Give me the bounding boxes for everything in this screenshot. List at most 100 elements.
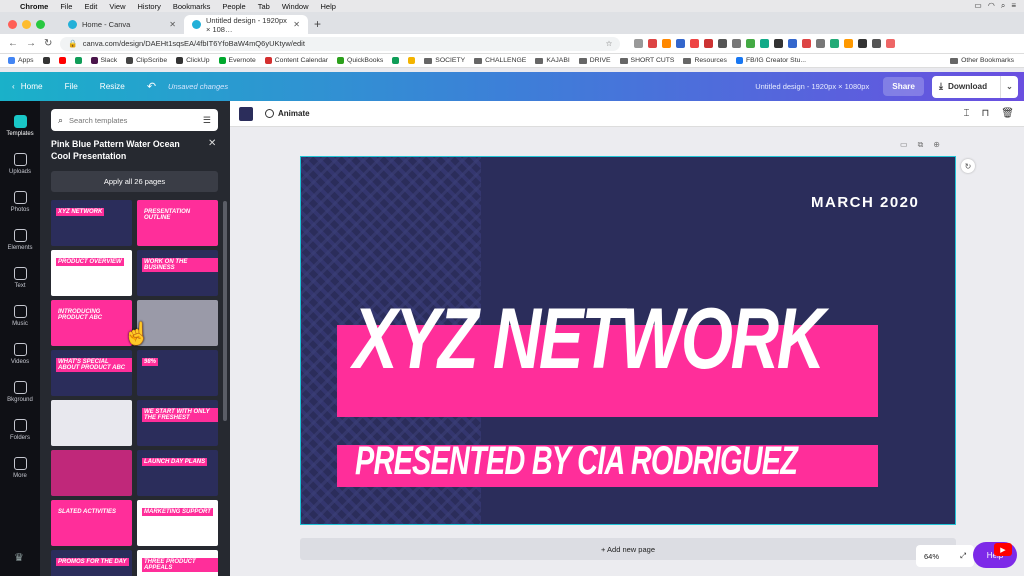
bookmark-item[interactable]: Content Calendar [264, 57, 328, 64]
other-bookmarks[interactable]: Other Bookmarks [950, 57, 1024, 64]
close-tab-icon[interactable]: ✕ [293, 20, 300, 29]
menu-tab[interactable]: Tab [258, 2, 270, 11]
crown-icon[interactable]: ♛ [14, 551, 24, 564]
template-thumbnail[interactable]: MARKETING SUPPORT [137, 500, 218, 546]
menu-edit[interactable]: Edit [84, 2, 97, 11]
bookmark-star-icon[interactable]: ☆ [606, 39, 613, 48]
new-tab-button[interactable]: + [314, 15, 321, 34]
minimize-window-button[interactable] [22, 20, 31, 29]
menu-app-name[interactable]: Chrome [20, 2, 48, 11]
extension-icon[interactable] [760, 39, 770, 48]
file-menu[interactable]: File [65, 82, 78, 91]
close-tab-icon[interactable]: ✕ [169, 20, 176, 29]
extension-icon[interactable] [690, 39, 700, 48]
menu-people[interactable]: People [222, 2, 245, 11]
rail-item-uploads[interactable]: Uploads [0, 145, 40, 183]
filter-icon[interactable]: ☰ [203, 115, 211, 126]
bookmark-item[interactable]: DRIVE [578, 57, 611, 64]
battery-icon[interactable]: ▭ [974, 1, 982, 11]
extension-icon[interactable] [788, 39, 798, 48]
rail-item-elements[interactable]: Elements [0, 221, 40, 259]
template-thumbnail[interactable]: SLATED ACTIVITIES [51, 500, 132, 546]
add-new-page-button[interactable]: + Add new page [300, 538, 956, 560]
rail-item-videos[interactable]: Videos [0, 335, 40, 373]
bookmark-item[interactable]: CHALLENGE [474, 57, 526, 64]
extension-icon[interactable] [718, 39, 728, 48]
bookmark-item[interactable]: Apps [8, 57, 34, 64]
url-field[interactable]: 🔒 canva.com/design/DAEHt1sqsEA/4fbIT6Yfo… [60, 36, 621, 51]
animate-button[interactable]: Animate [265, 109, 310, 118]
menu-file[interactable]: File [60, 2, 72, 11]
menu-bookmarks[interactable]: Bookmarks [173, 2, 211, 11]
extension-icon[interactable] [676, 39, 686, 48]
download-button[interactable]: ⤓ Download ⌄ [932, 75, 1018, 98]
extension-icon[interactable] [662, 39, 672, 48]
template-thumbnail[interactable] [51, 400, 132, 446]
extension-icon[interactable] [816, 39, 826, 48]
expand-icon[interactable]: ⤢ [960, 551, 966, 561]
menu-help[interactable]: Help [321, 2, 336, 11]
extension-icon[interactable] [844, 39, 854, 48]
extension-icon[interactable] [802, 39, 812, 48]
back-arrow-icon[interactable]: ← [8, 38, 18, 49]
home-button[interactable]: ‹ Home [12, 82, 43, 91]
panel-scrollbar[interactable] [223, 201, 227, 421]
extension-icon[interactable] [774, 39, 784, 48]
menu-history[interactable]: History [138, 2, 161, 11]
bookmark-item[interactable] [74, 57, 82, 64]
extension-icon[interactable] [858, 39, 868, 48]
template-thumbnail[interactable]: WORK ON THE BUSINESS [137, 250, 218, 296]
bookmark-item[interactable]: Slack [90, 57, 117, 64]
browser-tab-design[interactable]: Untitled design - 1920px × 108… ✕ [184, 15, 308, 34]
extension-icon[interactable] [732, 39, 742, 48]
extension-icon[interactable] [704, 39, 714, 48]
template-thumbnail[interactable] [51, 450, 132, 496]
design-title[interactable]: Untitled design - 1920px × 1080px [755, 82, 869, 91]
template-thumbnail[interactable]: PRESENTATION OUTLINE [137, 200, 218, 246]
extension-icon[interactable] [634, 39, 644, 48]
template-thumbnail[interactable]: LAUNCH DAY PLANS [137, 450, 218, 496]
bookmark-item[interactable]: QuickBooks [337, 57, 383, 64]
extension-icon[interactable] [648, 39, 658, 48]
template-thumbnail[interactable]: WHAT'S SPECIAL ABOUT PRODUCT ABC [51, 350, 132, 396]
share-button[interactable]: Share [883, 77, 924, 96]
reload-icon[interactable]: ↻ [44, 38, 52, 49]
design-date-text[interactable]: MARCH 2020 [811, 194, 919, 211]
rail-item-music[interactable]: Music [0, 297, 40, 335]
menu-window[interactable]: Window [282, 2, 309, 11]
rail-item-photos[interactable]: Photos [0, 183, 40, 221]
rail-item-folders[interactable]: Folders [0, 411, 40, 449]
page-note-icon[interactable]: ▭ [900, 140, 908, 150]
bookmark-item[interactable]: FB/IG Creator Stu... [735, 57, 806, 64]
template-thumbnail[interactable]: THREE PRODUCT APPEALS [137, 550, 218, 576]
extension-icon[interactable] [886, 39, 896, 48]
bookmark-item[interactable]: KAJABI [535, 57, 570, 64]
template-thumbnail[interactable]: INTRODUCING PRODUCT ABC [51, 300, 132, 346]
forward-arrow-icon[interactable]: → [26, 38, 36, 49]
template-thumbnail[interactable]: PROMOS FOR THE DAY [51, 550, 132, 576]
extension-icon[interactable] [746, 39, 756, 48]
color-swatch[interactable] [239, 106, 253, 121]
add-page-icon[interactable]: ⊕ [933, 140, 940, 150]
bookmark-item[interactable] [42, 57, 50, 64]
design-canvas[interactable]: MARCH 2020 XYZ NETWORK PRESENTED BY CIA … [300, 156, 956, 525]
trash-icon[interactable]: 🗑 [1001, 108, 1014, 119]
extension-icon[interactable] [830, 39, 840, 48]
template-thumbnail[interactable]: 98% [137, 350, 218, 396]
bookmark-item[interactable] [392, 57, 400, 64]
template-thumbnail[interactable]: XYZ NETWORK [51, 200, 132, 246]
bookmark-item[interactable] [408, 57, 416, 64]
resize-button[interactable]: Resize [100, 82, 125, 91]
bookmark-item[interactable]: Evernote [218, 57, 256, 64]
lock-icon[interactable]: ⊓ [981, 108, 989, 119]
design-headline[interactable]: XYZ NETWORK [353, 291, 825, 387]
extension-icon[interactable] [872, 39, 882, 48]
browser-tab-home[interactable]: Home - Canva ✕ [60, 15, 184, 34]
design-subtitle[interactable]: PRESENTED BY CIA RODRIGUEZ [355, 435, 798, 487]
template-thumbnail[interactable]: PRODUCT OVERVIEW [51, 250, 132, 296]
undo-icon[interactable]: ↶ [147, 80, 156, 93]
bookmark-item[interactable]: SHORT CUTS [619, 57, 674, 64]
apply-all-button[interactable]: Apply all 26 pages [51, 171, 218, 192]
search-icon[interactable]: ⌕ [1001, 1, 1005, 11]
bookmark-item[interactable]: ClickUp [176, 57, 210, 64]
